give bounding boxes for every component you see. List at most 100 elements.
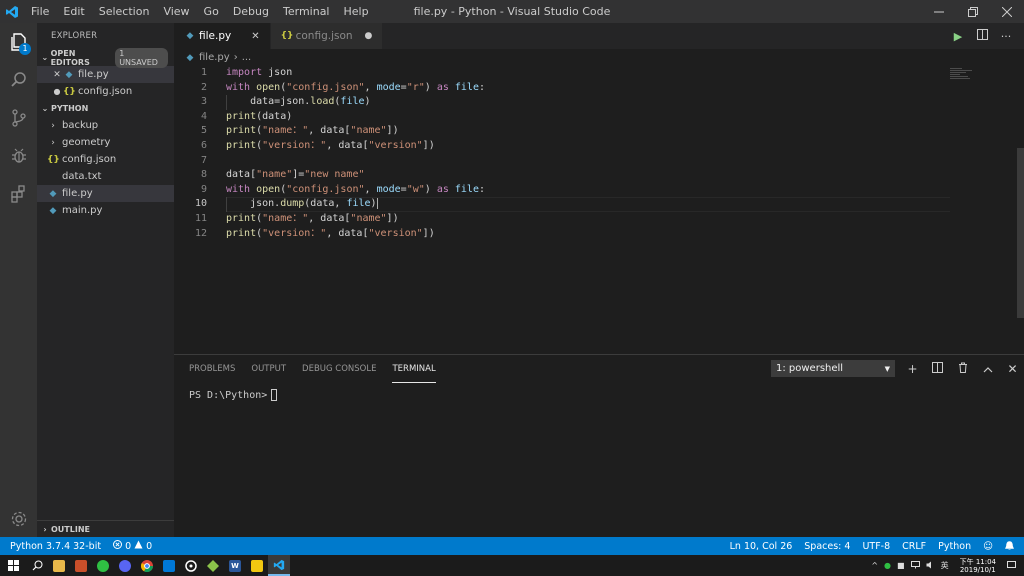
open-editors-header[interactable]: ⌄ OPEN EDITORS 1 UNSAVED [37, 47, 174, 68]
code-line: 11 print("name：", data["name"]) [174, 212, 950, 227]
tray-app-icon[interactable]: ● [884, 561, 891, 570]
network-icon[interactable] [910, 560, 920, 571]
search-icon[interactable] [0, 61, 37, 98]
error-icon [113, 540, 123, 552]
app-circle-icon[interactable] [180, 555, 202, 576]
code-editor[interactable]: 1 import json 2 with open("config.json",… [174, 66, 950, 354]
indentation[interactable]: Spaces: 4 [798, 541, 856, 552]
close-icon[interactable]: ✕ [251, 31, 259, 42]
minimap[interactable] [950, 66, 1015, 354]
line-app-icon[interactable] [92, 555, 114, 576]
chevron-up-icon[interactable] [975, 362, 1000, 376]
line-number: 3 [200, 96, 207, 108]
tab-config-json[interactable]: {} config.json ● [270, 23, 384, 49]
menu-help[interactable]: Help [337, 0, 376, 23]
editor-scrollbar[interactable] [1015, 66, 1024, 354]
panel-tabs: PROBLEMS OUTPUT DEBUG CONSOLE TERMINAL [189, 355, 452, 383]
action-center-icon[interactable] [1007, 560, 1016, 571]
run-icon[interactable]: ▶ [946, 30, 970, 43]
debug-icon[interactable] [0, 137, 37, 174]
trash-icon[interactable] [950, 362, 975, 376]
close-icon[interactable]: ✕ [1000, 362, 1024, 376]
code-line: 6 print("version：", data["version"]) [174, 139, 950, 154]
chevron-up-icon[interactable]: ^ [871, 561, 878, 570]
tree-item-backup[interactable]: › backup [37, 117, 174, 134]
code-line: 9 with open("config.json", mode="w") as … [174, 183, 950, 198]
explorer-icon[interactable]: 1 [0, 23, 37, 60]
tree-item-file-py[interactable]: ◆ file.py [37, 185, 174, 202]
sticky-notes-icon[interactable] [246, 555, 268, 576]
open-editor-item[interactable]: ✕ ◆ file.py [37, 66, 174, 83]
title-bar: File Edit Selection View Go Debug Termin… [0, 0, 1024, 23]
search-icon[interactable] [26, 555, 48, 576]
folder-header[interactable]: ⌄ PYTHON [37, 100, 174, 117]
media-player-icon[interactable] [70, 555, 92, 576]
restore-icon[interactable] [956, 0, 990, 23]
tree-item-config-json[interactable]: {} config.json [37, 151, 174, 168]
open-editor-item[interactable]: ● {} config.json [37, 83, 174, 100]
minimize-icon[interactable] [922, 0, 956, 23]
tab-output[interactable]: OUTPUT [251, 355, 286, 383]
language-mode[interactable]: Python [932, 541, 977, 552]
menu-terminal[interactable]: Terminal [276, 0, 337, 23]
menu-view[interactable]: View [156, 0, 196, 23]
code-line: 12 print("version：", data["version"]) [174, 227, 950, 242]
line-ending[interactable]: CRLF [896, 541, 932, 552]
app-diamond-icon[interactable] [202, 555, 224, 576]
notifications-bell-icon[interactable] [999, 541, 1024, 551]
unsaved-dot-icon[interactable]: ● [365, 31, 373, 41]
window-controls [922, 0, 1024, 23]
tree-item-geometry[interactable]: › geometry [37, 134, 174, 151]
tab-file-py[interactable]: ◆ file.py ✕ [174, 23, 271, 49]
breadcrumb-rest[interactable]: ... [242, 52, 252, 63]
discord-icon[interactable] [114, 555, 136, 576]
explorer-badge: 1 [19, 43, 31, 55]
menu-edit[interactable]: Edit [56, 0, 91, 23]
code-line: 5 print("name：", data["name"]) [174, 124, 950, 139]
code-line: 3 data=json.load(file) [174, 95, 950, 110]
scrollbar-thumb[interactable] [1017, 148, 1024, 318]
breadcrumb-file[interactable]: file.py [199, 52, 230, 63]
clock[interactable]: 下午 11:04 2019/10/1 [960, 558, 996, 574]
windows-start-icon[interactable] [0, 555, 26, 576]
tray-app-icon[interactable]: ■ [897, 561, 905, 570]
tab-debug-console[interactable]: DEBUG CONSOLE [302, 355, 376, 383]
chrome-icon[interactable] [136, 555, 158, 576]
file-explorer-icon[interactable] [48, 555, 70, 576]
explorer-title: EXPLORER [51, 31, 98, 41]
cursor-position[interactable]: Ln 10, Col 26 [724, 541, 799, 552]
menu-file[interactable]: File [24, 0, 56, 23]
extensions-icon[interactable] [0, 175, 37, 212]
feedback-icon[interactable]: ☺ [977, 541, 999, 552]
tree-item-main-py[interactable]: ◆ main.py [37, 202, 174, 219]
terminal-select[interactable]: 1: powershell ▼ [771, 360, 895, 377]
more-actions-icon[interactable]: ··· [994, 30, 1018, 43]
tree-item-data-txt[interactable]: data.txt [37, 168, 174, 185]
tab-problems[interactable]: PROBLEMS [189, 355, 235, 383]
source-control-icon[interactable] [0, 99, 37, 136]
split-terminal-icon[interactable] [925, 362, 950, 376]
chevron-down-icon: ⌄ [41, 53, 49, 62]
volume-icon[interactable] [926, 561, 935, 571]
python-interpreter[interactable]: Python 3.7.4 32-bit [0, 541, 107, 552]
problems-indicator[interactable]: 0 0 [107, 540, 158, 552]
line-number: 11 [194, 212, 207, 224]
menu-selection[interactable]: Selection [92, 0, 157, 23]
encoding[interactable]: UTF-8 [856, 541, 896, 552]
close-icon[interactable] [990, 0, 1024, 23]
tab-terminal[interactable]: TERMINAL [392, 355, 436, 383]
vscode-taskbar-icon[interactable] [268, 555, 290, 576]
terminal[interactable]: PS D:\Python> [189, 389, 278, 401]
code-line: 8 data["name"]="new name" [174, 168, 950, 183]
close-icon[interactable]: ✕ [51, 70, 63, 80]
gear-icon[interactable] [0, 500, 37, 537]
menu-debug[interactable]: Debug [226, 0, 276, 23]
outline-header[interactable]: › OUTLINE [37, 520, 174, 537]
split-editor-icon[interactable] [970, 29, 994, 43]
store-icon[interactable] [158, 555, 180, 576]
menu-go[interactable]: Go [197, 0, 226, 23]
new-terminal-icon[interactable]: + [900, 362, 925, 376]
word-icon[interactable]: W [224, 555, 246, 576]
status-right: Ln 10, Col 26 Spaces: 4 UTF-8 CRLF Pytho… [724, 541, 1024, 552]
input-method-indicator[interactable]: 英 [941, 560, 949, 571]
